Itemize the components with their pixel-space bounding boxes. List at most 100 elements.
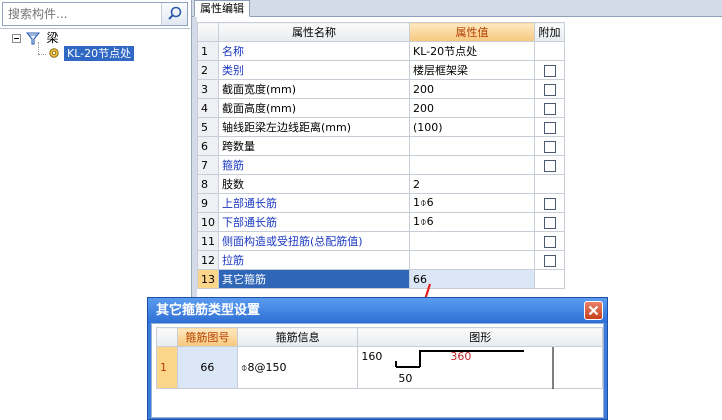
dialog-title[interactable]: 其它箍筋类型设置 [148,298,607,323]
row-number: 10 [197,212,219,232]
property-row[interactable]: 6 跨数量 [197,136,565,156]
attach-cell[interactable] [534,98,565,118]
grid-header-row: 属性名称 属性值 附加 [197,22,565,42]
property-value-cell[interactable]: KL-20节点处 [409,41,535,61]
shape-left-dim: 160 [361,350,383,363]
attach-cell [534,269,565,289]
property-name-cell[interactable]: 侧面构造或受扭筋(总配筋值) [218,231,410,251]
row-number: 4 [197,98,219,118]
property-name-cell[interactable]: 肢数 [218,174,410,194]
attach-cell[interactable] [534,193,565,213]
property-value-cell[interactable]: 楼层框架梁 [409,60,535,80]
row-number: 13 [197,269,219,289]
attach-cell[interactable] [534,60,565,80]
property-value-cell[interactable]: (100) [409,117,535,137]
row-number: 5 [197,117,219,137]
property-row[interactable]: 3 截面宽度(mm) 200 [197,79,565,99]
attach-checkbox[interactable] [543,83,556,96]
property-name-cell[interactable]: 截面宽度(mm) [218,79,410,99]
close-icon [588,305,599,316]
property-value-cell[interactable]: 200 [409,79,535,99]
attach-cell [534,41,565,61]
stirrup-code-cell[interactable]: 66 [176,346,238,389]
attach-cell[interactable] [534,212,565,232]
property-value-cell[interactable] [409,155,535,175]
tab-property-edit[interactable]: 属性编辑 [194,0,250,17]
property-name-cell[interactable]: 截面高度(mm) [218,98,410,118]
property-name-cell[interactable]: 名称 [218,41,410,61]
property-value-cell[interactable] [409,136,535,156]
column-header-stirrup-info[interactable]: 箍筋信息 [236,327,359,347]
property-row[interactable]: 7 箍筋 [197,155,565,175]
row-number: 6 [197,136,219,156]
attach-checkbox[interactable] [543,64,556,77]
property-row[interactable]: 12 拉筋 [197,250,565,270]
attach-checkbox[interactable] [543,159,556,172]
column-header-value[interactable]: 属性值 [409,22,535,42]
dialog-header-row: 箍筋图号 箍筋信息 图形 [156,327,603,347]
tree-node-kl20[interactable]: KL-20节点处 [64,46,135,61]
property-name-cell[interactable]: 类别 [218,60,410,80]
tree-node-beam[interactable]: 梁 [25,30,59,46]
shape-bottom-dim: 50 [398,372,413,385]
attach-checkbox[interactable] [543,254,556,267]
attach-checkbox[interactable] [543,235,556,248]
property-row[interactable]: 9 上部通长筋 1⌽6 [197,193,565,213]
property-row[interactable]: 2 类别 楼层框架梁 [197,60,565,80]
property-grid: 属性名称 属性值 附加 1 名称 KL-20节点处 2 类别 楼层框架梁 3 截面宽度(mm)… [197,22,565,289]
attach-checkbox[interactable] [543,102,556,115]
search-button[interactable] [161,3,187,25]
attach-cell[interactable] [534,117,565,137]
row-number: 1 [197,41,219,61]
property-name-cell[interactable]: 跨数量 [218,136,410,156]
property-value-cell[interactable] [409,231,535,251]
row-number: 2 [197,60,219,80]
column-header-stirrup-code[interactable]: 箍筋图号 [176,327,238,347]
property-row[interactable]: 11 侧面构造或受扭筋(总配筋值) [197,231,565,251]
property-row[interactable]: 10 下部通长筋 1⌽6 [197,212,565,232]
attach-cell[interactable] [534,136,565,156]
attach-cell[interactable] [534,155,565,175]
attach-checkbox[interactable] [543,197,556,210]
property-row[interactable]: 13 其它箍筋 66 [197,269,565,289]
stirrup-row[interactable]: 1 66 ⌽8@150 160 360 50 [156,346,603,389]
stirrup-shape-cell[interactable]: 160 360 50 [357,346,603,389]
property-name-cell[interactable]: 上部通长筋 [218,193,410,213]
row-number: 9 [197,193,219,213]
property-name-cell[interactable]: 下部通长筋 [218,212,410,232]
stirrup-grid: 箍筋图号 箍筋信息 图形 1 66 ⌽8@150 160 360 50 [156,327,603,389]
property-name-cell[interactable]: 轴线距梁左边线距离(mm) [218,117,410,137]
property-row[interactable]: 4 截面高度(mm) 200 [197,98,565,118]
stirrup-info-cell[interactable]: ⌽8@150 [236,346,359,389]
attach-cell [534,174,565,194]
property-name-cell[interactable]: 箍筋 [218,155,410,175]
property-value-cell[interactable]: 1⌽6 [409,212,535,232]
attach-cell[interactable] [534,250,565,270]
row-number: 1 [156,346,178,389]
attach-checkbox[interactable] [543,121,556,134]
property-value-cell[interactable]: 1⌽6 [409,193,535,213]
property-name-cell[interactable]: 其它箍筋 [218,269,410,289]
column-header-name[interactable]: 属性名称 [218,22,410,42]
search-input[interactable] [3,3,161,25]
dialog-close-button[interactable] [584,301,603,320]
property-row[interactable]: 1 名称 KL-20节点处 [197,41,565,61]
column-header-shape[interactable]: 图形 [357,327,603,347]
column-header-attach[interactable]: 附加 [534,22,565,42]
tree-collapse-icon[interactable] [12,34,21,43]
grid-corner [197,22,219,42]
component-gear-icon [49,48,59,58]
property-value-cell[interactable]: 200 [409,98,535,118]
property-name-cell[interactable]: 拉筋 [218,250,410,270]
attach-checkbox[interactable] [543,140,556,153]
search-icon [168,6,182,20]
row-number: 12 [197,250,219,270]
property-value-cell[interactable] [409,250,535,270]
property-row[interactable]: 8 肢数 2 [197,174,565,194]
property-value-cell[interactable]: 2 [409,174,535,194]
property-row[interactable]: 5 轴线距梁左边线距离(mm) (100) [197,117,565,137]
tree-connector [38,54,46,55]
attach-cell[interactable] [534,231,565,251]
attach-cell[interactable] [534,79,565,99]
attach-checkbox[interactable] [543,216,556,229]
